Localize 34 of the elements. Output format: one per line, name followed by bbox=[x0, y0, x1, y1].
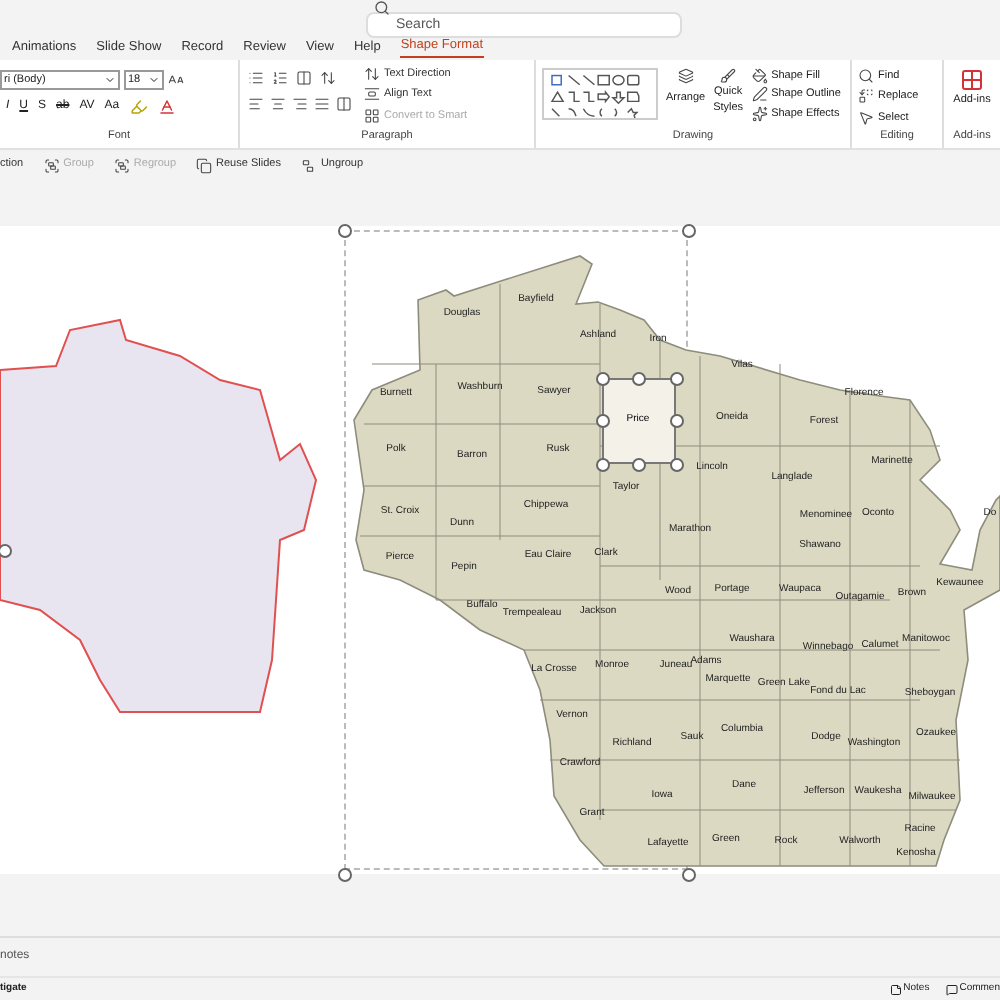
resize-handle[interactable] bbox=[337, 223, 351, 237]
command-icon[interactable] bbox=[858, 68, 874, 85]
chevron-icon bbox=[104, 74, 116, 86]
chevron-icon bbox=[148, 74, 160, 86]
numbering-icon[interactable] bbox=[272, 70, 288, 86]
resize-handle[interactable] bbox=[0, 543, 11, 557]
quick-styles-icon[interactable] bbox=[720, 68, 737, 84]
columns-icon[interactable] bbox=[296, 70, 312, 86]
justify-icon[interactable] bbox=[314, 96, 330, 112]
arrange-icon[interactable] bbox=[677, 68, 694, 84]
toolbar-icon[interactable] bbox=[196, 157, 213, 173]
font-color-icon[interactable] bbox=[157, 98, 176, 116]
add-ins-icon bbox=[960, 68, 984, 92]
command-icon[interactable] bbox=[751, 105, 768, 122]
columns-icon[interactable] bbox=[336, 96, 352, 112]
align-center-icon[interactable] bbox=[270, 96, 286, 112]
shapes-gallery[interactable] bbox=[542, 68, 658, 120]
resize-handle[interactable] bbox=[681, 223, 695, 237]
notes-icon bbox=[889, 983, 902, 995]
bullets-icon[interactable] bbox=[248, 70, 264, 86]
line-spacing-icon[interactable] bbox=[320, 70, 336, 86]
command-icon[interactable] bbox=[364, 66, 380, 83]
toolbar-icon[interactable] bbox=[300, 157, 317, 173]
command-icon[interactable] bbox=[858, 88, 874, 105]
selected-county-shape[interactable] bbox=[602, 378, 676, 464]
command-icon[interactable] bbox=[751, 86, 768, 103]
command-icon[interactable] bbox=[364, 86, 380, 103]
command-icon[interactable] bbox=[858, 109, 874, 126]
align-left-icon[interactable] bbox=[248, 96, 264, 112]
command-icon[interactable] bbox=[751, 68, 768, 85]
search-icon bbox=[374, 0, 390, 16]
comment-icon bbox=[945, 983, 958, 995]
align-right-icon[interactable] bbox=[292, 96, 308, 112]
font-size-icon[interactable] bbox=[168, 72, 184, 88]
